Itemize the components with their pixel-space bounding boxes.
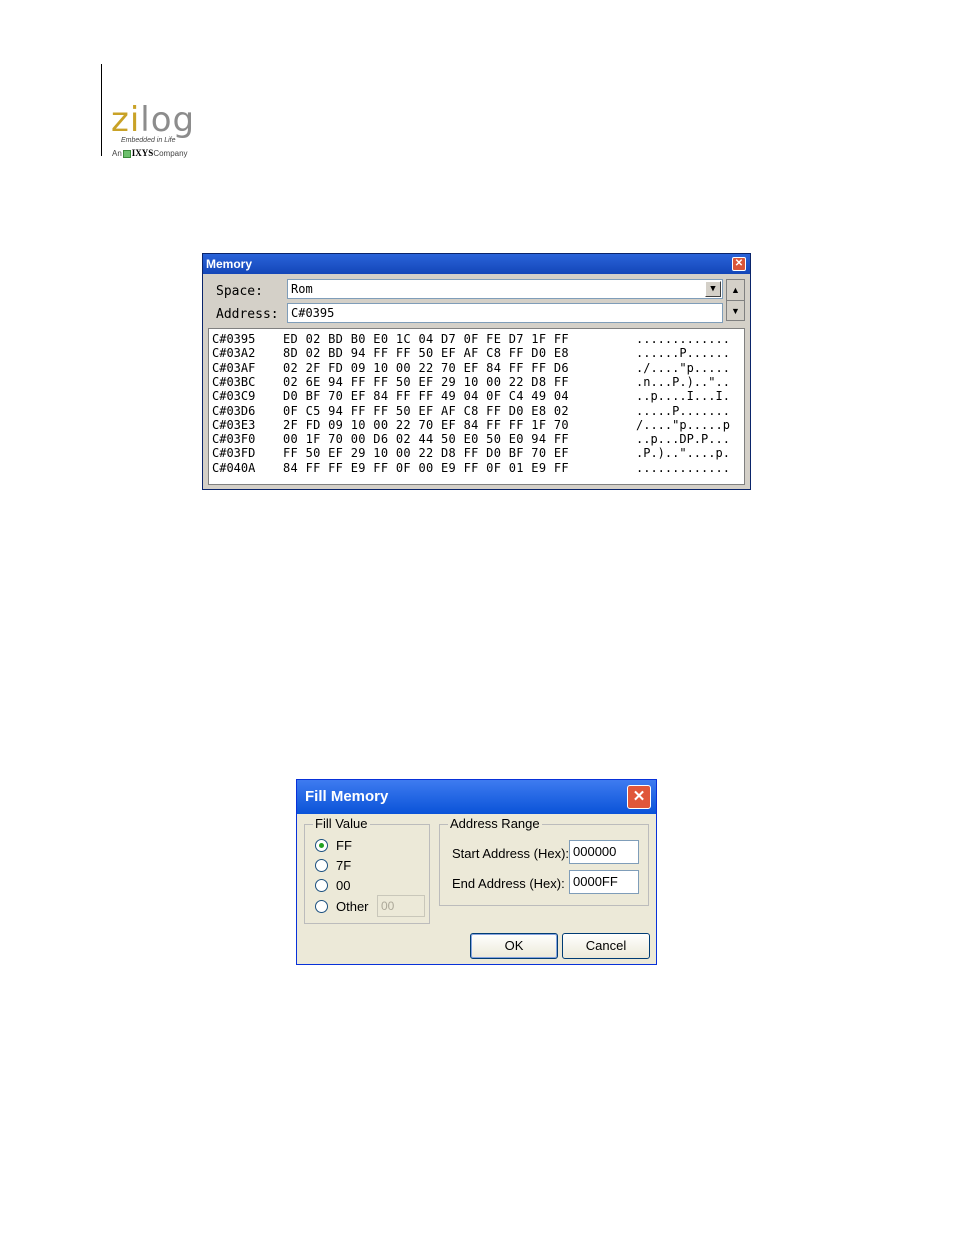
space-value: Rom	[291, 282, 313, 296]
arrow-down-icon[interactable]: ▼	[727, 301, 744, 321]
dump-ascii: .............	[636, 332, 730, 346]
end-address-label: End Address (Hex):	[452, 876, 565, 891]
dump-ascii: ./...."p.....	[636, 360, 730, 375]
zilog-logo: zilog Embedded in Life An IXYSCompany	[111, 100, 211, 162]
dump-address: C#03BC	[212, 374, 256, 389]
memory-window: Memory ✕ Space: Rom ▼ Address: C#0395 ▲ …	[202, 253, 751, 490]
dump-hex: 8D 02 BD 94 FF FF 50 EF AF C8 FF D0 E8	[283, 346, 569, 361]
radio-icon	[315, 859, 328, 873]
address-label: Address:	[216, 307, 279, 322]
dump-ascii: .....P.......	[636, 403, 730, 418]
dump-address: C#03F0	[212, 432, 256, 447]
header-rule	[101, 64, 102, 156]
address-range-group: Address Range Start Address (Hex): 00000…	[439, 816, 649, 906]
dump-address: C#03E3	[212, 417, 256, 432]
radio-7f[interactable]: 7F	[315, 857, 351, 875]
close-icon[interactable]: ✕	[627, 785, 651, 809]
dump-ascii: .............	[636, 460, 730, 475]
other-value-input: 00	[377, 895, 425, 917]
dump-address: C#03D6	[212, 403, 256, 418]
dump-address: C#0395	[212, 332, 256, 346]
fill-value-title: Fill Value	[313, 816, 370, 831]
close-icon[interactable]: ✕	[732, 257, 746, 271]
dump-ascii: /...."p.....p	[636, 417, 730, 432]
dump-hex: 02 2F FD 09 10 00 22 70 EF 84 FF FF D6	[283, 360, 569, 375]
memory-title: Memory	[206, 257, 253, 271]
fill-value-group: Fill Value FF 7F 00 Other 00	[304, 816, 430, 924]
dump-address: C#03C9	[212, 389, 256, 404]
dump-hex: FF 50 EF 29 10 00 22 D8 FF D0 BF 70 EF	[283, 446, 569, 461]
radio-other[interactable]: Other	[315, 898, 369, 916]
ok-button[interactable]: OK	[470, 933, 558, 959]
dump-hex: ED 02 BD B0 E0 1C 04 D7 0F FE D7 1F FF	[283, 332, 569, 346]
dump-ascii: .n...P.).."..	[636, 374, 730, 389]
logo-company: An IXYSCompany	[112, 148, 188, 158]
address-range-title: Address Range	[448, 816, 542, 831]
ixys-icon	[122, 149, 131, 158]
radio-selected-icon	[315, 839, 328, 853]
dump-hex: 84 FF FF E9 FF 0F 00 E9 FF 0F 01 E9 FF	[283, 460, 569, 475]
radio-00[interactable]: 00	[315, 877, 350, 895]
logo-tagline: Embedded in Life	[121, 137, 176, 144]
radio-icon	[315, 879, 328, 893]
logo-wordmark: zilog	[111, 100, 196, 140]
cancel-button[interactable]: Cancel	[562, 933, 650, 959]
address-value: C#0395	[291, 306, 335, 320]
memory-dump[interactable]: C#0395 ED 02 BD B0 E0 1C 04 D7 0F FE D7 1…	[208, 328, 745, 485]
space-label: Space:	[216, 284, 263, 299]
address-input[interactable]: C#0395	[287, 303, 723, 323]
radio-ff[interactable]: FF	[315, 837, 352, 855]
dump-address: C#040A	[212, 460, 256, 475]
chevron-down-icon[interactable]: ▼	[705, 281, 721, 297]
dump-ascii: ......P......	[636, 346, 730, 361]
dump-hex: 0F C5 94 FF FF 50 EF AF C8 FF D0 E8 02	[283, 403, 569, 418]
start-address-input[interactable]: 000000	[569, 840, 639, 864]
dump-hex: 02 6E 94 FF FF 50 EF 29 10 00 22 D8 FF	[283, 374, 569, 389]
arrow-up-icon[interactable]: ▲	[727, 280, 744, 301]
dump-hex: 2F FD 09 10 00 22 70 EF 84 FF FF 1F 70	[283, 417, 569, 432]
fill-memory-dialog: Fill Memory ✕ Fill Value FF 7F 00 Other …	[296, 779, 657, 965]
fill-title: Fill Memory	[305, 788, 389, 805]
dump-address: C#03A2	[212, 346, 256, 361]
dump-address: C#03FD	[212, 446, 256, 461]
start-address-label: Start Address (Hex):	[452, 846, 570, 861]
dump-ascii: .P.).."....p.	[636, 446, 730, 461]
address-spinner[interactable]: ▲ ▼	[726, 279, 745, 321]
dump-address: C#03AF	[212, 360, 256, 375]
fill-title-bar: Fill Memory ✕	[297, 780, 656, 814]
dump-ascii: ..p...DP.P...	[636, 432, 730, 447]
dump-hex: 00 1F 70 00 D6 02 44 50 E0 50 E0 94 FF	[283, 432, 569, 447]
dump-hex: D0 BF 70 EF 84 FF FF 49 04 0F C4 49 04	[283, 389, 569, 404]
memory-title-bar: Memory ✕	[203, 254, 750, 274]
end-address-input[interactable]: 0000FF	[569, 870, 639, 894]
radio-icon	[315, 900, 328, 914]
dump-ascii: ..p....I...I.	[636, 389, 730, 404]
space-select[interactable]: Rom ▼	[287, 279, 723, 299]
